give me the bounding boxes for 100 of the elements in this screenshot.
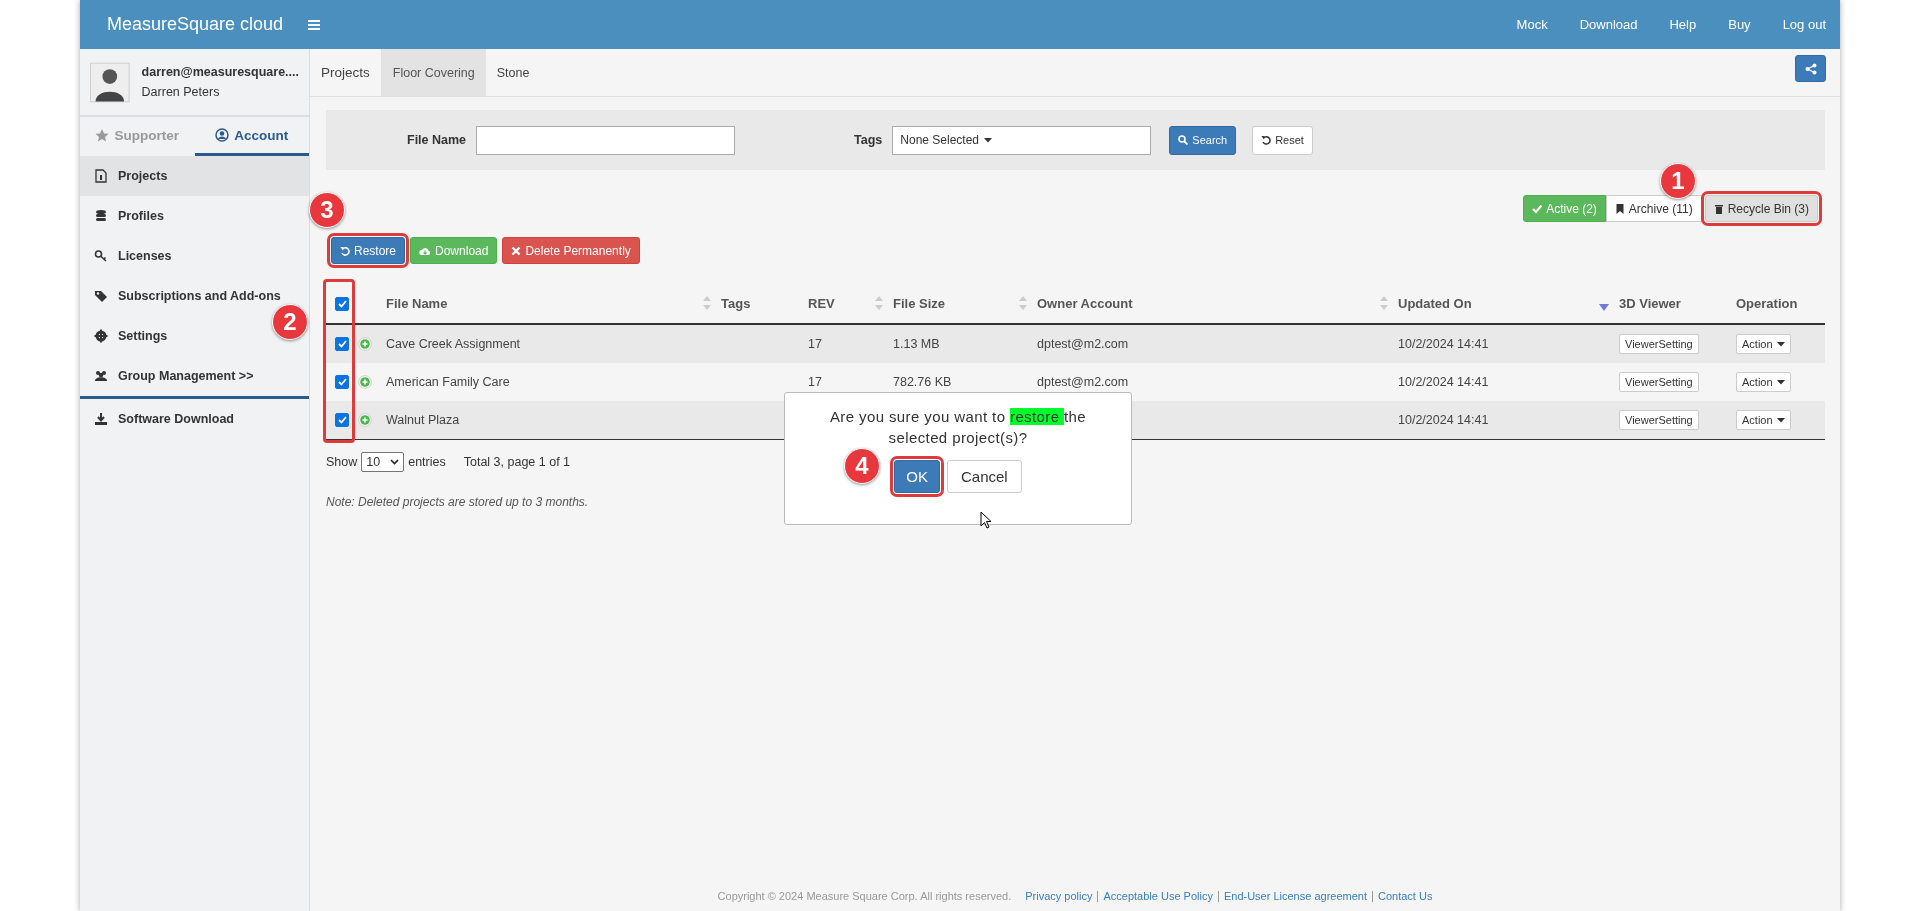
nav-link[interactable]: Buy [1728, 17, 1751, 32]
copyright-text: Copyright © 2024 Measure Square Corp. All rights reserved. [717, 890, 1012, 902]
footer-link[interactable]: Acceptable Use Policy [1103, 890, 1213, 902]
tags-dropdown[interactable]: None Selected [892, 125, 1152, 155]
cancel-button[interactable]: Cancel [947, 460, 1022, 493]
caret-icon [1776, 379, 1785, 385]
star-icon [95, 128, 110, 142]
checkbox[interactable] [335, 375, 349, 390]
menu-icon [308, 18, 322, 31]
nav-link[interactable]: Help [1669, 17, 1697, 32]
key-icon [94, 249, 108, 263]
expand-icon [358, 375, 372, 390]
caret-icon [1776, 417, 1785, 423]
check-icon [337, 299, 347, 308]
user-icon [215, 128, 230, 142]
checkbox[interactable] [335, 413, 349, 428]
project-tab[interactable]: Floor Covering [381, 49, 486, 96]
check-icon [337, 378, 347, 387]
dialog-message: Are you sure you want to restore the selected project(s)? [828, 407, 1088, 448]
footer-link[interactable]: Contact Us [1378, 890, 1433, 902]
cross-icon [511, 245, 522, 256]
sidebar-item[interactable]: Settings [80, 316, 176, 356]
table-cell: American Family Care [386, 375, 510, 389]
sort-icon [875, 296, 883, 310]
sidebar-item[interactable]: Profiles [80, 196, 172, 236]
viewer-setting-button[interactable]: ViewerSetting [1619, 410, 1699, 430]
footer-link[interactable]: Privacy policy [1025, 890, 1093, 902]
trash-icon [1713, 203, 1724, 214]
project-tab[interactable]: Stone [485, 49, 541, 96]
viewer-setting-button[interactable]: ViewerSetting [1619, 334, 1699, 354]
action-dropdown[interactable]: Action [1736, 410, 1791, 430]
column-header[interactable]: File Name [386, 291, 711, 315]
caret-icon [1776, 341, 1785, 347]
nav-link[interactable]: Mock [1516, 17, 1548, 32]
file-name-field[interactable] [476, 125, 736, 155]
paging-info: Total 3, page 1 of 1 [463, 455, 571, 469]
table-cell: dptest@m2.com [1037, 375, 1129, 389]
sort-icon [1019, 296, 1027, 310]
page-size-select[interactable]: 10 [361, 452, 405, 472]
column-header[interactable]: 3D Viewer [1619, 291, 1726, 315]
sidebar-item[interactable]: Licenses [80, 236, 180, 276]
column-header[interactable]: Updated On [1398, 291, 1609, 315]
user-name: Darren Peters [141, 85, 221, 99]
search-icon [1178, 135, 1189, 145]
action-dropdown[interactable]: Action [1736, 372, 1791, 392]
expand-icon [358, 337, 372, 352]
filter-button[interactable]: Archive (11) [1605, 195, 1702, 222]
table-cell: Cave Creek Assignment [386, 337, 521, 351]
share-button[interactable] [1795, 55, 1826, 82]
field-label: File Name [407, 133, 467, 147]
sort-descending-icon [1599, 303, 1609, 311]
undo-icon [340, 245, 350, 256]
check-icon [337, 340, 347, 349]
check-icon [337, 416, 347, 425]
sort-icon [703, 296, 711, 310]
table-cell: 782.76 KB [893, 375, 952, 389]
caret-icon [984, 137, 993, 143]
expand-icon [358, 413, 372, 428]
check-icon [1532, 203, 1543, 214]
column-header[interactable]: Owner Account [1037, 291, 1388, 315]
paging-label: entries [408, 455, 446, 469]
avatar-icon [90, 60, 130, 104]
column-header[interactable]: Operation [1736, 291, 1815, 315]
table-cell: 10/2/2024 14:41 [1398, 413, 1489, 427]
sort-icon [1380, 296, 1388, 310]
table-cell: 10/2/2024 14:41 [1398, 375, 1489, 389]
reset-button[interactable]: Reset [1252, 125, 1313, 155]
action-dropdown[interactable]: Action [1736, 334, 1791, 354]
tag-icon [94, 289, 108, 303]
project-tab[interactable]: Projects [310, 49, 382, 96]
table-cell: 1.13 MB [893, 337, 940, 351]
sidebar-item[interactable]: Group Management >> [80, 356, 262, 396]
table-cell: 10/2/2024 14:41 [1398, 337, 1489, 351]
viewer-setting-button[interactable]: ViewerSetting [1619, 372, 1699, 392]
column-header[interactable]: REV [808, 291, 883, 315]
sidebar-item[interactable]: Software Download [80, 399, 242, 439]
note-text: Note: Deleted projects are stored up to 3 months. [326, 495, 590, 509]
table-cell: Walnut Plaza [386, 413, 460, 427]
nav-link[interactable]: Download [1579, 17, 1638, 32]
chevron-icon [390, 459, 400, 465]
checkbox[interactable] [335, 337, 349, 352]
file-icon [94, 169, 108, 183]
cloud-icon [419, 245, 432, 256]
bookmark-icon [1614, 203, 1625, 214]
column-header[interactable]: File Size [893, 291, 1027, 315]
download-icon [94, 412, 108, 426]
sidebar-item[interactable]: Projects [80, 156, 309, 196]
column-header[interactable]: Tags [721, 291, 798, 315]
search-button[interactable]: Search [1169, 125, 1237, 155]
paging-label: Show [326, 455, 358, 469]
brand-title: MeasureSquare cloud [106, 14, 285, 35]
undo-icon [1261, 135, 1272, 145]
share-icon [1804, 62, 1817, 75]
table-cell: 17 [808, 337, 822, 351]
delete-button[interactable]: Delete Permanently [502, 237, 640, 264]
nav-link[interactable]: Log out [1782, 17, 1826, 32]
table-cell: dptest@m2.com [1037, 337, 1129, 351]
field-label: Tags [854, 133, 883, 147]
checkbox[interactable] [335, 296, 349, 311]
footer-link[interactable]: End-User License agreement [1223, 890, 1367, 902]
